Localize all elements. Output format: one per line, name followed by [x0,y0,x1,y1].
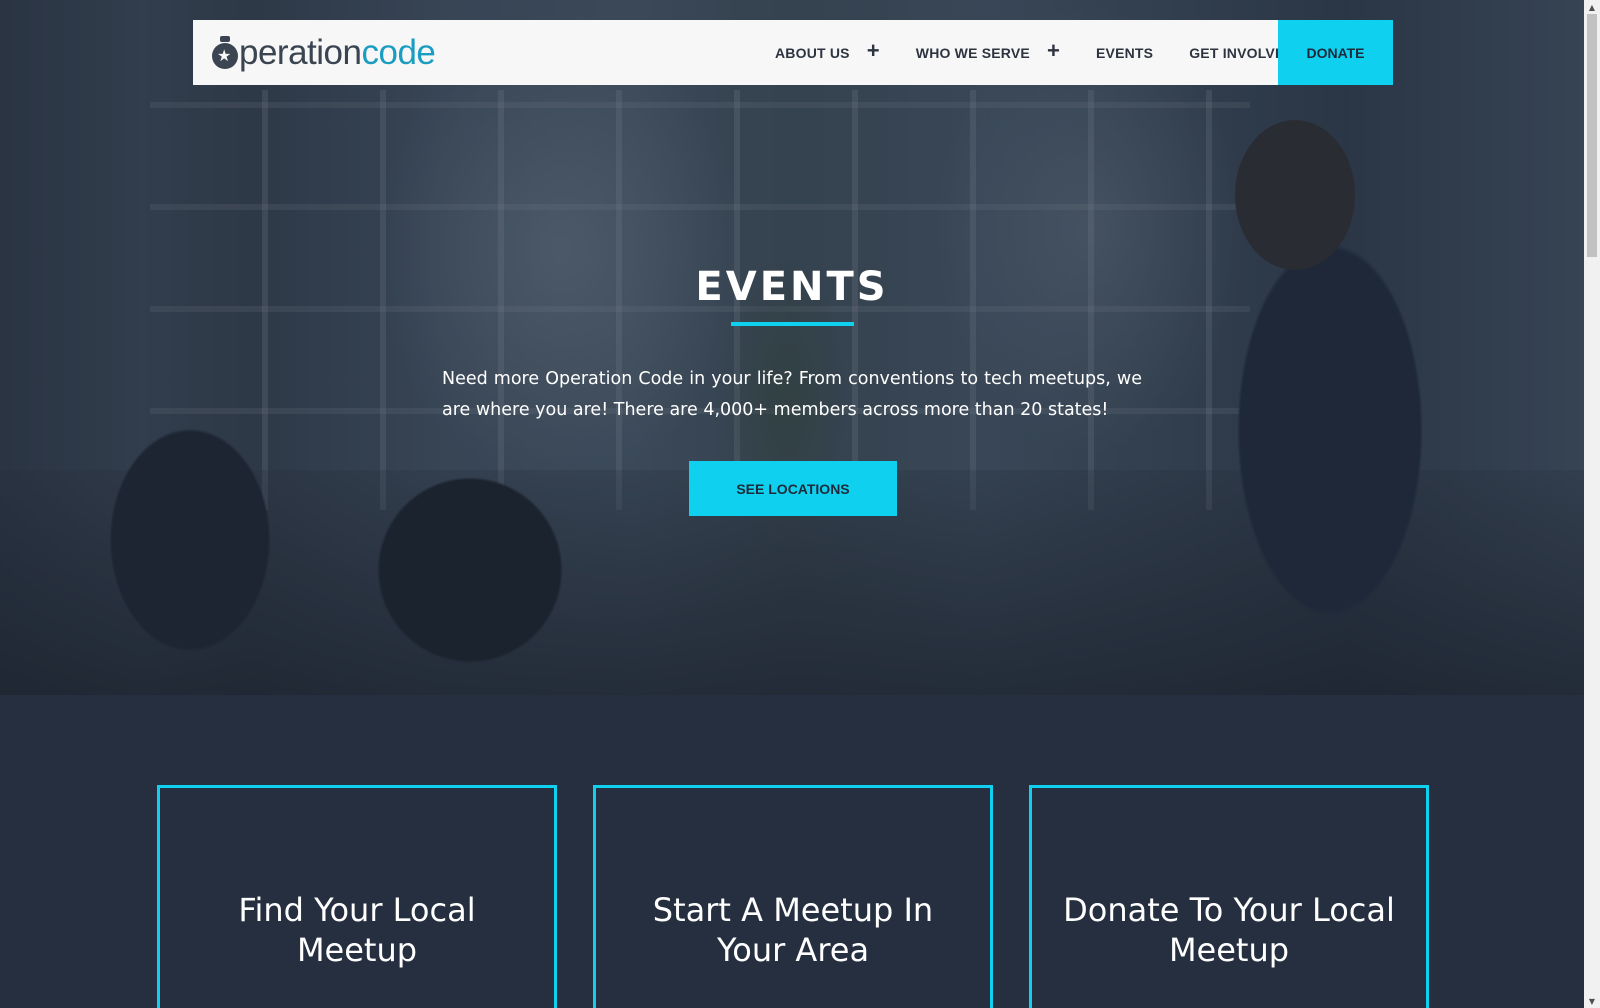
page: EVENTS Need more Operation Code in your … [0,0,1600,1008]
logo-link[interactable]: ★ perationcode [212,30,436,75]
logo-text: perationcode [239,33,436,72]
nav-item-events[interactable]: EVENTS [1096,20,1153,85]
nav-item-label: EVENTS [1096,44,1154,61]
scroll-up-arrow-icon[interactable]: ▲ [1584,0,1600,14]
nav-item-label: ABOUT US [775,44,850,61]
hero-overlay [0,0,1584,695]
card-title: Start A Meetup In Your Area [652,891,934,969]
plus-icon[interactable]: + [1047,39,1060,62]
card-donate-meetup[interactable]: Donate To Your Local Meetup [1029,785,1429,1008]
medal-star-icon: ★ [212,35,238,69]
navbar: ★ perationcode ABOUT US + WHO WE SERVE +… [193,20,1393,85]
nav-menu: ABOUT US + WHO WE SERVE + EVENTS GET INV… [773,20,1325,85]
scrollbar[interactable]: ▲ ▼ [1584,0,1600,1008]
plus-icon[interactable]: + [867,39,880,62]
hero-section: EVENTS Need more Operation Code in your … [0,0,1584,695]
card-title: Donate To Your Local Meetup [1063,891,1395,969]
see-locations-button[interactable]: SEE LOCATIONS [689,461,897,516]
cards-section: Find Your Local Meetup Start A Meetup In… [0,695,1584,1008]
scrollbar-thumb[interactable] [1587,14,1597,257]
card-title: Find Your Local Meetup [238,891,476,969]
nav-item-about-us[interactable]: ABOUT US + [775,20,880,85]
nav-item-who-we-serve[interactable]: WHO WE SERVE + [916,20,1060,85]
nav-item-label: WHO WE SERVE [915,44,1030,61]
card-start-meetup[interactable]: Start A Meetup In Your Area [593,785,993,1008]
hero-title: EVENTS [695,264,889,310]
donate-button[interactable]: DONATE [1278,20,1393,85]
scroll-down-arrow-icon[interactable]: ▼ [1584,994,1600,1008]
hero-title-underline [731,322,854,326]
card-find-meetup[interactable]: Find Your Local Meetup [157,785,557,1008]
hero-description: Need more Operation Code in your life? F… [442,369,1142,420]
